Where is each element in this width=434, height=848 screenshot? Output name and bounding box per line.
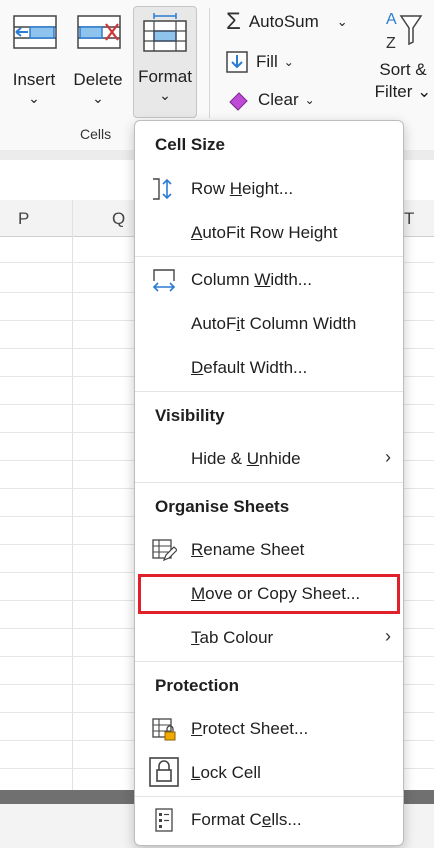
- organise-sheets-header: Organise Sheets: [155, 497, 290, 516]
- protect-sheet-icon: [152, 718, 176, 741]
- insert-chevron-icon: ⌄: [28, 90, 40, 106]
- hide-unhide-item[interactable]: Hide & Unhide ›: [135, 439, 403, 479]
- clear-chevron-icon: ⌄: [304, 93, 315, 107]
- column-width-item[interactable]: Column Width...: [135, 260, 403, 300]
- submenu-arrow-icon: ›: [385, 447, 391, 467]
- format-chevron-icon: ⌄: [159, 87, 171, 103]
- grid-column-line: [72, 200, 73, 790]
- clear-label: Clear: [258, 90, 299, 109]
- lock-icon: [149, 757, 179, 787]
- delete-cells-icon: [77, 15, 121, 49]
- eraser-icon: [229, 92, 248, 111]
- menu-separator: [135, 661, 403, 662]
- autosum-button[interactable]: Σ AutoSum ⌄: [226, 8, 348, 36]
- menu-separator: [135, 482, 403, 483]
- cells-group-label: Cells: [80, 126, 112, 142]
- autosum-label: AutoSum: [248, 12, 319, 31]
- ribbon-separator: [209, 8, 210, 118]
- menu-separator: [135, 391, 403, 392]
- move-or-copy-sheet-item[interactable]: Move or Copy Sheet...: [135, 574, 403, 614]
- delete-button[interactable]: Delete ⌄: [68, 6, 128, 116]
- column-header-p[interactable]: P: [18, 209, 29, 229]
- format-dropdown-menu: Cell Size Row Height... AutoFit Row Heig…: [134, 120, 404, 846]
- column-width-label: Column Width...: [191, 270, 312, 289]
- menu-separator: [135, 256, 403, 257]
- row-height-icon: [153, 178, 172, 200]
- protect-sheet-label: Protect Sheet...: [191, 719, 309, 738]
- delete-chevron-icon: ⌄: [92, 90, 104, 106]
- autosum-chevron-icon: ⌄: [336, 14, 348, 29]
- rename-sheet-item[interactable]: Rename Sheet: [135, 530, 403, 570]
- protection-header: Protection: [155, 676, 240, 695]
- format-cells-label: Format Cells...: [191, 810, 302, 829]
- sort-filter-icon: A Z: [386, 11, 423, 52]
- insert-button[interactable]: Insert ⌄: [4, 6, 64, 116]
- autofit-column-width-item[interactable]: AutoFit Column Width: [135, 304, 403, 344]
- rename-sheet-label: Rename Sheet: [191, 540, 305, 559]
- sigma-icon: Σ: [226, 8, 241, 35]
- move-or-copy-sheet-label: Move or Copy Sheet...: [191, 584, 361, 603]
- hide-unhide-label: Hide & Unhide: [191, 449, 301, 468]
- column-width-icon: [152, 269, 176, 292]
- sort-label: Sort &: [379, 60, 427, 79]
- submenu-arrow-icon: ›: [385, 626, 391, 646]
- protect-sheet-item[interactable]: Protect Sheet...: [135, 709, 403, 749]
- sort-filter-button[interactable]: A Z Sort & Filter ⌄: [372, 8, 434, 103]
- visibility-header: Visibility: [155, 406, 225, 425]
- delete-label: Delete: [73, 70, 123, 89]
- format-cells-dialog-icon: [155, 808, 173, 832]
- lock-cell-label: Lock Cell: [191, 763, 261, 782]
- format-cells-icon: [143, 13, 187, 52]
- menu-separator: [135, 796, 403, 797]
- clear-button[interactable]: Clear ⌄: [226, 86, 315, 114]
- autofit-column-width-label: AutoFit Column Width: [191, 314, 357, 333]
- column-header-t[interactable]: T: [404, 209, 414, 229]
- rename-sheet-icon: [152, 539, 177, 562]
- fill-down-icon: [226, 51, 248, 73]
- default-width-label: Default Width...: [191, 358, 308, 377]
- format-button[interactable]: Format ⌄: [133, 6, 197, 118]
- insert-label: Insert: [12, 70, 56, 89]
- default-width-item[interactable]: Default Width...: [135, 348, 403, 388]
- format-cells-item[interactable]: Format Cells...: [135, 800, 403, 840]
- fill-button[interactable]: Fill ⌄: [226, 48, 294, 76]
- filter-label: Filter ⌄: [374, 82, 432, 101]
- fill-chevron-icon: ⌄: [283, 55, 294, 69]
- lock-cell-item[interactable]: Lock Cell: [135, 753, 403, 793]
- format-label: Format: [138, 67, 192, 86]
- svg-text:Z: Z: [386, 35, 396, 52]
- row-height-label: Row Height...: [191, 179, 294, 198]
- tab-colour-label: Tab Colour: [191, 628, 274, 647]
- autofit-row-height-item[interactable]: AutoFit Row Height: [135, 213, 403, 253]
- cell-size-header: Cell Size: [155, 135, 225, 154]
- svg-text:A: A: [386, 11, 397, 28]
- autofit-row-height-label: AutoFit Row Height: [191, 223, 338, 242]
- fill-label: Fill: [256, 52, 278, 71]
- tab-colour-item[interactable]: Tab Colour ›: [135, 618, 403, 658]
- column-header-q[interactable]: Q: [112, 209, 125, 229]
- insert-cells-icon: [13, 15, 57, 49]
- row-height-item[interactable]: Row Height...: [135, 169, 403, 209]
